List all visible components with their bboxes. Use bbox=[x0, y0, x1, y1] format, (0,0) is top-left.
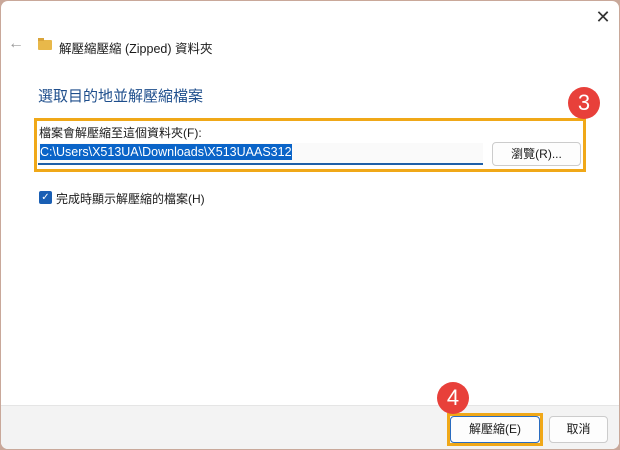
close-button[interactable]: ✕ bbox=[589, 5, 617, 29]
cancel-button[interactable]: 取消 bbox=[549, 416, 608, 443]
highlight-box-step4 bbox=[447, 413, 543, 446]
extract-dialog: ✕ ← 解壓縮壓縮 (Zipped) 資料夾 選取目的地並解壓縮檔案 檔案會解壓… bbox=[1, 1, 619, 449]
step-badge-3: 3 bbox=[568, 87, 600, 119]
page-heading: 選取目的地並解壓縮檔案 bbox=[38, 88, 204, 105]
step-badge-4: 4 bbox=[437, 382, 469, 414]
back-arrow-icon[interactable]: ← bbox=[8, 35, 24, 53]
show-files-checkbox[interactable]: ✓ bbox=[39, 191, 52, 204]
window-title: 解壓縮壓縮 (Zipped) 資料夾 bbox=[59, 42, 213, 56]
zip-folder-icon bbox=[38, 38, 52, 50]
show-files-label[interactable]: 完成時顯示解壓縮的檔案(H) bbox=[56, 190, 205, 207]
highlight-box-step3 bbox=[34, 118, 586, 172]
